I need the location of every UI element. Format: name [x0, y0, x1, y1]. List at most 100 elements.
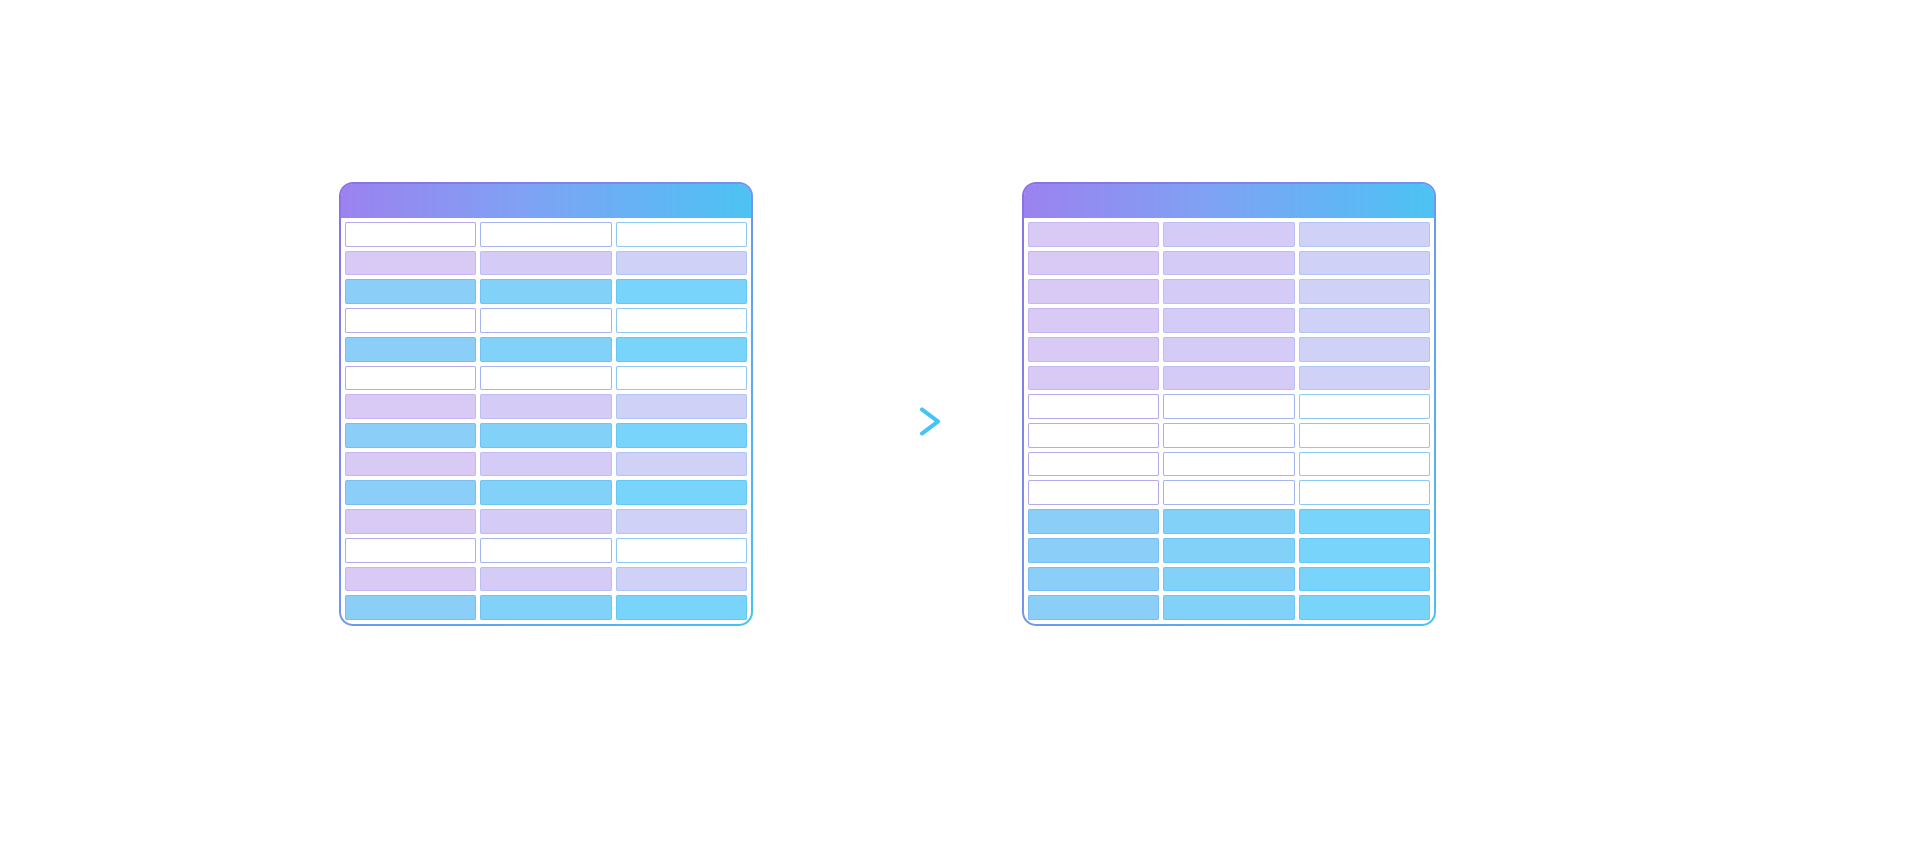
table-cell: [616, 366, 747, 391]
table-cell: [480, 337, 611, 362]
table-row: [1028, 423, 1430, 448]
table-cell: [345, 567, 476, 592]
table-cell: [616, 595, 747, 620]
table-cell: [345, 251, 476, 276]
table-row: [1028, 337, 1430, 362]
table-cell: [616, 480, 747, 505]
table-cell: [1163, 308, 1294, 333]
table-cell: [1028, 595, 1159, 620]
table-cell: [345, 452, 476, 477]
table-cell: [1028, 222, 1159, 247]
table-row: [345, 480, 747, 505]
table-cell: [616, 279, 747, 304]
table-row: [345, 251, 747, 276]
table-row: [345, 567, 747, 592]
table-cell: [1028, 251, 1159, 276]
table-cell: [480, 509, 611, 534]
table-cell: [616, 538, 747, 563]
table-row: [1028, 538, 1430, 563]
table-cell: [1299, 480, 1430, 505]
table-row: [1028, 567, 1430, 592]
sorted-table: [1022, 182, 1436, 626]
table-cell: [1163, 251, 1294, 276]
table-cell: [1299, 452, 1430, 477]
table-cell: [1028, 279, 1159, 304]
unsorted-table: [339, 182, 753, 626]
table-row: [1028, 480, 1430, 505]
table-cell: [616, 423, 747, 448]
table-cell: [1299, 366, 1430, 391]
table-cell: [616, 509, 747, 534]
table-cell: [345, 480, 476, 505]
sorted-table-rows: [1024, 218, 1434, 624]
arrow-right-icon: [830, 402, 950, 447]
table-cell: [1028, 394, 1159, 419]
table-cell: [616, 567, 747, 592]
table-cell: [345, 222, 476, 247]
table-row: [1028, 595, 1430, 620]
table-cell: [1299, 279, 1430, 304]
table-cell: [1163, 222, 1294, 247]
table-row: [1028, 308, 1430, 333]
table-row: [345, 308, 747, 333]
table-cell: [480, 538, 611, 563]
table-row: [1028, 251, 1430, 276]
table-cell: [1028, 480, 1159, 505]
table-row: [1028, 452, 1430, 477]
table-cell: [1163, 337, 1294, 362]
table-cell: [1163, 394, 1294, 419]
table-cell: [480, 567, 611, 592]
table-cell: [1299, 509, 1430, 534]
table-row: [1028, 394, 1430, 419]
sorted-table-header: [1024, 184, 1434, 218]
table-row: [345, 595, 747, 620]
table-cell: [1028, 337, 1159, 362]
table-cell: [480, 423, 611, 448]
sorted-table-inner: [1024, 184, 1434, 624]
table-cell: [1163, 279, 1294, 304]
table-cell: [1163, 480, 1294, 505]
table-cell: [1163, 538, 1294, 563]
table-cell: [1299, 308, 1430, 333]
table-cell: [1028, 567, 1159, 592]
table-row: [345, 452, 747, 477]
table-cell: [616, 337, 747, 362]
table-row: [345, 222, 747, 247]
table-cell: [616, 251, 747, 276]
table-cell: [1028, 308, 1159, 333]
table-cell: [480, 595, 611, 620]
table-cell: [1163, 595, 1294, 620]
diagram-canvas: [0, 0, 1920, 848]
table-cell: [480, 222, 611, 247]
table-row: [1028, 366, 1430, 391]
table-cell: [616, 394, 747, 419]
table-cell: [1299, 394, 1430, 419]
table-cell: [345, 337, 476, 362]
table-cell: [480, 480, 611, 505]
table-row: [1028, 222, 1430, 247]
table-cell: [1163, 366, 1294, 391]
table-cell: [1299, 423, 1430, 448]
table-row: [1028, 279, 1430, 304]
table-row: [345, 366, 747, 391]
table-cell: [345, 308, 476, 333]
table-cell: [1028, 366, 1159, 391]
table-cell: [616, 222, 747, 247]
table-cell: [480, 308, 611, 333]
unsorted-table-header: [341, 184, 751, 218]
table-cell: [480, 279, 611, 304]
table-cell: [1299, 595, 1430, 620]
table-cell: [345, 423, 476, 448]
table-row: [1028, 509, 1430, 534]
table-cell: [1299, 222, 1430, 247]
table-cell: [616, 308, 747, 333]
table-cell: [345, 279, 476, 304]
table-cell: [1299, 567, 1430, 592]
table-cell: [480, 251, 611, 276]
table-cell: [1163, 509, 1294, 534]
table-cell: [1028, 509, 1159, 534]
table-cell: [480, 366, 611, 391]
unsorted-table-inner: [341, 184, 751, 624]
table-row: [345, 423, 747, 448]
table-row: [345, 509, 747, 534]
